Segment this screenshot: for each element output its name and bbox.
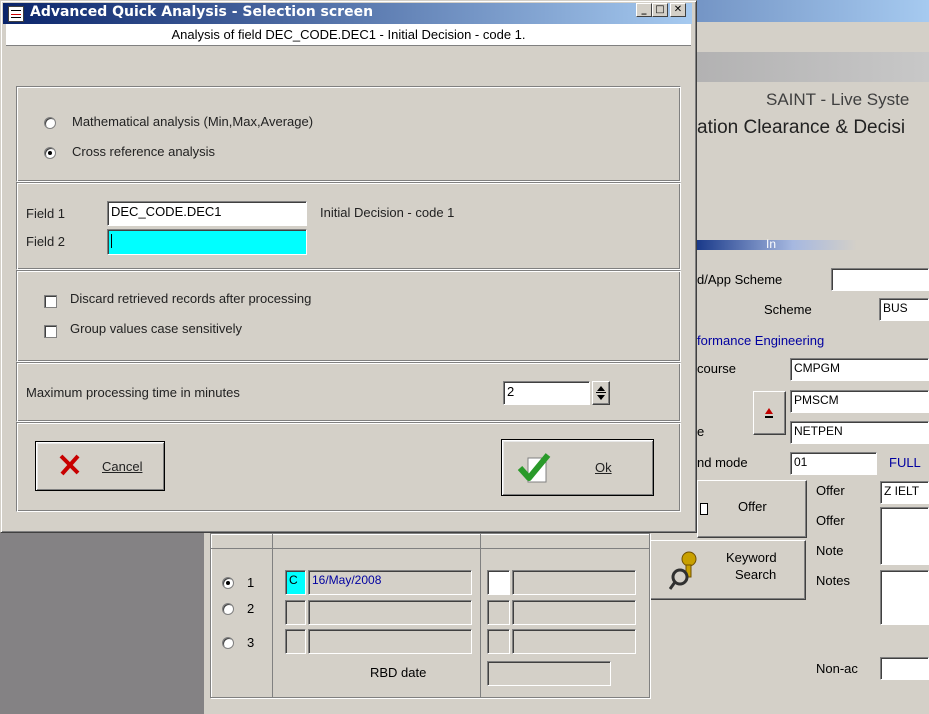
row-2-code[interactable]: [285, 600, 306, 625]
ok-checkmark-icon: [517, 453, 551, 483]
non-ac-field[interactable]: [880, 657, 929, 680]
group-case-checkbox[interactable]: [44, 325, 57, 338]
cancel-button[interactable]: Cancel: [35, 441, 165, 491]
cancel-x-icon: [59, 454, 80, 476]
field1-description: Initial Decision - code 1: [320, 205, 455, 220]
mode-field[interactable]: 01: [790, 452, 877, 475]
department-text: formance Engineering: [697, 333, 825, 348]
offer-button[interactable]: Offer: [697, 480, 807, 538]
non-ac-label: Non-ac: [816, 661, 858, 676]
row-2-date[interactable]: [308, 600, 472, 625]
arrow-up-icon: [765, 408, 773, 418]
row-3-code[interactable]: [285, 629, 306, 654]
e-label: e: [697, 424, 705, 439]
mode-label: nd mode: [697, 455, 748, 470]
offer-label-1: Offer: [816, 483, 845, 498]
row-radio-2[interactable]: [222, 603, 234, 619]
field1-input[interactable]: DEC_CODE.DEC1: [107, 201, 307, 226]
app-icon: [8, 6, 24, 22]
minimize-button[interactable]: _: [636, 3, 652, 17]
document-icon: [700, 503, 708, 515]
course-field-2[interactable]: PMSCM: [790, 390, 929, 413]
cancel-label: Cancel: [102, 459, 143, 474]
scheme-label: Scheme: [764, 302, 812, 317]
dialog-subtitle: Analysis of field DEC_CODE.DEC1 - Initia…: [171, 27, 526, 42]
keyword-search-button[interactable]: Keyword Search: [650, 540, 806, 600]
ok-label: Ok: [595, 460, 612, 475]
mode-description: FULL: [889, 455, 921, 470]
system-subtitle: ation Clearance & Decisi: [697, 117, 906, 138]
row-3-rbd[interactable]: [512, 629, 636, 654]
rbd-date-label: RBD date: [370, 665, 427, 680]
rbd-date-field[interactable]: [487, 661, 611, 686]
row-3-date[interactable]: [308, 629, 472, 654]
section-heading-bar: [697, 240, 857, 250]
cross-reference-radio[interactable]: [44, 147, 56, 163]
math-analysis-label: Mathematical analysis (Min,Max,Average): [72, 114, 314, 129]
course-field-3[interactable]: NETPEN: [790, 421, 929, 444]
row-1-flag[interactable]: [487, 570, 510, 595]
row-radio-3[interactable]: [222, 637, 234, 653]
dialog-title: Advanced Quick Analysis - Selection scre…: [30, 4, 374, 20]
max-time-label: Maximum processing time in minutes: [26, 385, 240, 400]
notes-label: Notes: [816, 573, 850, 588]
row-3-flag[interactable]: [487, 629, 510, 654]
field1-label: Field 1: [26, 206, 66, 221]
app-scheme-field[interactable]: [831, 268, 929, 291]
course-field-1[interactable]: CMPGM: [790, 358, 929, 381]
course-label: course: [697, 361, 737, 376]
text-cursor: [111, 234, 112, 248]
field2-input[interactable]: [107, 229, 307, 255]
app-scheme-label: d/App Scheme: [697, 272, 783, 287]
scheme-field[interactable]: BUS: [879, 298, 929, 321]
row-2-rbd[interactable]: [512, 600, 636, 625]
max-time-spinner[interactable]: [592, 381, 610, 405]
maximize-button[interactable]: □: [652, 3, 668, 17]
offer-label-2: Offer: [816, 513, 845, 528]
cross-reference-label: Cross reference analysis: [72, 144, 216, 159]
move-up-button[interactable]: [753, 391, 786, 435]
row-radio-1[interactable]: [222, 577, 234, 593]
ok-button[interactable]: Ok: [501, 439, 654, 496]
math-analysis-radio[interactable]: [44, 117, 56, 133]
offer-field-2[interactable]: [880, 507, 929, 565]
field2-label: Field 2: [26, 234, 66, 249]
offer-field-1[interactable]: Z IELT: [880, 481, 929, 504]
spinner-arrows-icon: [596, 386, 606, 400]
row-1-date[interactable]: 16/May/2008: [308, 570, 472, 595]
row-2-flag[interactable]: [487, 600, 510, 625]
note-label: Note: [816, 543, 844, 558]
options-group: [16, 270, 681, 362]
discard-records-checkbox[interactable]: [44, 295, 57, 308]
analysis-type-group: [16, 86, 681, 182]
system-title: SAINT - Live Syste: [766, 90, 910, 109]
key-search-icon: [669, 551, 697, 590]
close-button[interactable]: ✕: [670, 3, 686, 17]
section-heading: In: [766, 237, 777, 251]
row-1-code[interactable]: C: [285, 570, 306, 595]
notes-field[interactable]: [880, 570, 929, 625]
discard-records-label: Discard retrieved records after processi…: [70, 291, 312, 306]
fields-group: [16, 182, 681, 270]
row-1-rbd[interactable]: [512, 570, 636, 595]
group-case-label: Group values case sensitively: [70, 321, 242, 336]
max-time-input[interactable]: 2: [503, 381, 590, 405]
